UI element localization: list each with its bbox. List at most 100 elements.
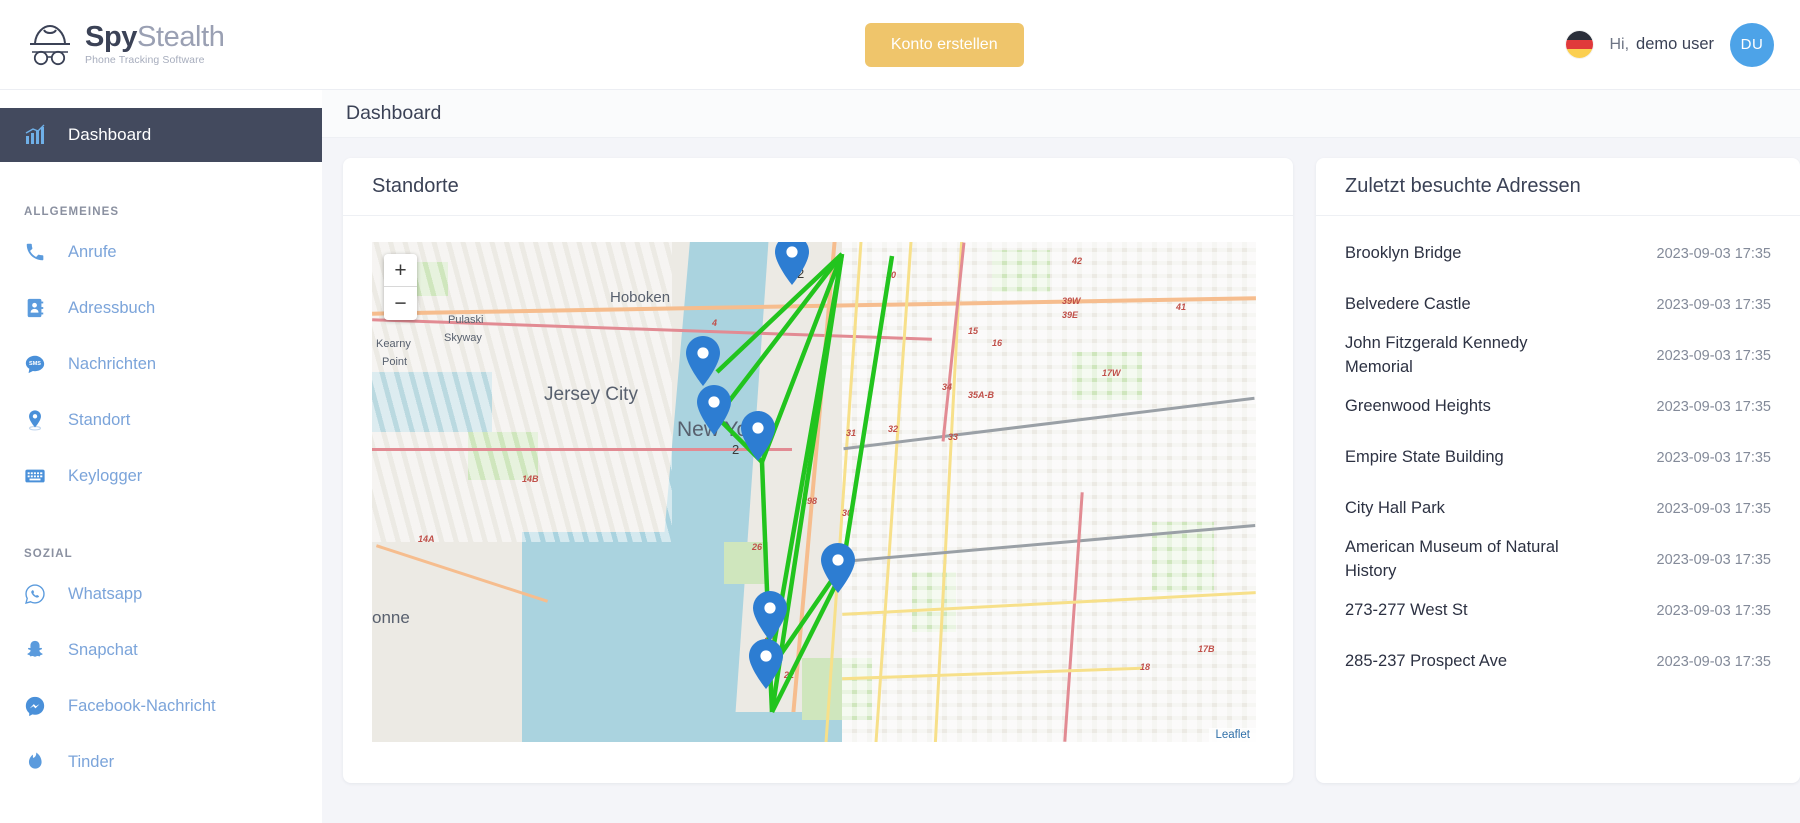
- sidebar-item-label: Keylogger: [68, 466, 143, 485]
- address-timestamp: 2023-09-03 17:35: [1656, 245, 1772, 262]
- map-marker[interactable]: [746, 638, 786, 690]
- sidebar-item-label: Anrufe: [68, 242, 117, 261]
- map-marker[interactable]: [818, 542, 858, 594]
- brand-name-secondary: Stealth: [137, 21, 225, 54]
- top-bar-center: Konto erstellen: [322, 22, 1566, 67]
- sidebar-section-title-sozial: SOZIAL: [24, 548, 73, 560]
- dashboard-content: Standorte 4 10 42 39W 39E 15 16 35A-B 17…: [322, 138, 1800, 783]
- locations-card-body: 4 10 42 39W 39E 15 16 35A-B 17W 34 33 32…: [343, 216, 1293, 742]
- list-item[interactable]: Belvedere Castle 2023-09-03 17:35: [1345, 279, 1771, 330]
- address-name: Greenwood Heights: [1345, 396, 1491, 415]
- sidebar-item-label: Facebook-Nachricht: [68, 696, 216, 715]
- address-timestamp: 2023-09-03 17:35: [1656, 347, 1772, 364]
- top-bar: SpyStealth Phone Tracking Software Konto…: [0, 0, 1800, 90]
- sidebar-item-anrufe[interactable]: Anrufe: [0, 224, 322, 280]
- brand-name: SpyStealth: [85, 23, 225, 52]
- locations-card-title: Standorte: [372, 175, 459, 197]
- sidebar-item-keylogger[interactable]: Keylogger: [0, 448, 322, 504]
- leaflet-map[interactable]: 4 10 42 39W 39E 15 16 35A-B 17W 34 33 32…: [372, 242, 1256, 742]
- map-marker[interactable]: [772, 242, 812, 286]
- top-bar-right: Hi, demo user DU: [1566, 22, 1800, 67]
- address-name: 285-237 Prospect Ave: [1345, 651, 1508, 670]
- map-zoom-controls: + −: [384, 254, 417, 320]
- sidebar-item-label: Dashboard: [68, 125, 152, 144]
- map-marker[interactable]: [738, 410, 778, 462]
- list-item[interactable]: 285-237 Prospect Ave 2023-09-03 17:35: [1345, 636, 1771, 687]
- recent-addresses-card: Zuletzt besuchte Adressen Brooklyn Bridg…: [1316, 158, 1800, 783]
- sidebar-item-label: Adressbuch: [68, 298, 156, 317]
- sidebar-item-label: Nachrichten: [68, 354, 157, 373]
- bar-chart-icon: [24, 124, 46, 146]
- zoom-in-button[interactable]: +: [384, 254, 417, 287]
- main-content: Dashboard Standorte 4 10 42 39W 39E 15 1…: [322, 90, 1800, 823]
- sidebar-item-label: Standort: [68, 410, 131, 429]
- address-name: American Museum of Natural History: [1345, 537, 1559, 580]
- brand-tagline: Phone Tracking Software: [85, 54, 205, 67]
- sidebar-item-label: Snapchat: [68, 640, 138, 659]
- map-marker[interactable]: [694, 384, 734, 436]
- address-name: Belvedere Castle: [1345, 294, 1471, 313]
- german-flag-icon[interactable]: [1566, 31, 1594, 58]
- address-name: Brooklyn Bridge: [1345, 243, 1462, 262]
- address-timestamp: 2023-09-03 17:35: [1656, 500, 1772, 517]
- list-item[interactable]: City Hall Park 2023-09-03 17:35: [1345, 483, 1771, 534]
- address-name: City Hall Park: [1345, 498, 1445, 517]
- sidebar-item-tinder[interactable]: Tinder: [0, 734, 322, 790]
- list-item[interactable]: Greenwood Heights 2023-09-03 17:35: [1345, 381, 1771, 432]
- greeting-text: Hi,: [1609, 35, 1630, 53]
- tinder-flame-icon: [24, 751, 46, 773]
- recent-addresses-list: Brooklyn Bridge 2023-09-03 17:35 Belvede…: [1316, 216, 1800, 687]
- locations-card: Standorte 4 10 42 39W 39E 15 16 35A-B 17…: [343, 158, 1293, 783]
- keyboard-icon: [24, 465, 46, 487]
- address-name: John Fitzgerald Kennedy Memorial: [1345, 333, 1528, 376]
- map-marker[interactable]: [683, 335, 723, 387]
- snapchat-ghost-icon: [24, 639, 46, 661]
- route-polyline: [715, 252, 895, 714]
- create-account-button[interactable]: Konto erstellen: [864, 22, 1024, 67]
- brand-name-primary: Spy: [85, 21, 137, 54]
- recent-addresses-header: Zuletzt besuchte Adressen: [1316, 158, 1800, 216]
- sidebar-item-snapchat[interactable]: Snapchat: [0, 622, 322, 678]
- sidebar: Dashboard ALLGEMEINES Anrufe Adressbuch …: [0, 90, 322, 823]
- address-name: Empire State Building: [1345, 447, 1504, 466]
- sidebar-item-adressbuch[interactable]: Adressbuch: [0, 280, 322, 336]
- whatsapp-icon: [24, 583, 46, 605]
- locations-card-header: Standorte: [343, 158, 1293, 216]
- list-item[interactable]: American Museum of Natural History 2023-…: [1345, 534, 1771, 585]
- leaflet-attribution-link[interactable]: Leaflet: [1209, 728, 1256, 742]
- address-timestamp: 2023-09-03 17:35: [1656, 602, 1772, 619]
- sidebar-item-facebook-nachricht[interactable]: Facebook-Nachricht: [0, 678, 322, 734]
- map-pin-icon: [24, 409, 46, 431]
- sidebar-item-label: Whatsapp: [68, 584, 143, 603]
- zoom-out-button[interactable]: −: [384, 287, 417, 320]
- map-marker[interactable]: [750, 590, 790, 642]
- sidebar-item-label: Tinder: [68, 752, 115, 771]
- recent-addresses-title: Zuletzt besuchte Adressen: [1345, 175, 1581, 197]
- address-timestamp: 2023-09-03 17:35: [1656, 653, 1772, 670]
- address-name: 273-277 West St: [1345, 600, 1468, 619]
- brand-logo[interactable]: SpyStealth Phone Tracking Software: [0, 23, 322, 67]
- address-timestamp: 2023-09-03 17:35: [1656, 449, 1772, 466]
- username-text: demo user: [1636, 35, 1714, 53]
- facebook-messenger-icon: [24, 695, 46, 717]
- app-root: SpyStealth Phone Tracking Software Konto…: [0, 0, 1800, 823]
- sidebar-item-dashboard[interactable]: Dashboard: [0, 108, 322, 162]
- sidebar-item-whatsapp[interactable]: Whatsapp: [0, 566, 322, 622]
- sidebar-item-nachrichten[interactable]: SMS Nachrichten: [0, 336, 322, 392]
- list-item[interactable]: Empire State Building 2023-09-03 17:35: [1345, 432, 1771, 483]
- contact-book-icon: [24, 297, 46, 319]
- sms-bubble-icon: SMS: [24, 353, 46, 375]
- list-item[interactable]: 273-277 West St 2023-09-03 17:35: [1345, 585, 1771, 636]
- avatar[interactable]: DU: [1730, 22, 1774, 67]
- detective-hat-glasses-icon: [24, 23, 76, 67]
- address-timestamp: 2023-09-03 17:35: [1656, 398, 1772, 415]
- list-item[interactable]: John Fitzgerald Kennedy Memorial 2023-09…: [1345, 330, 1771, 381]
- sidebar-item-standort[interactable]: Standort: [0, 392, 322, 448]
- page-title: Dashboard: [346, 102, 442, 124]
- sidebar-section-title-allgemeines: ALLGEMEINES: [24, 206, 120, 218]
- svg-text:SMS: SMS: [29, 361, 41, 367]
- phone-icon: [24, 241, 46, 263]
- list-item[interactable]: Brooklyn Bridge 2023-09-03 17:35: [1345, 228, 1771, 279]
- address-timestamp: 2023-09-03 17:35: [1656, 551, 1772, 568]
- address-timestamp: 2023-09-03 17:35: [1656, 296, 1772, 313]
